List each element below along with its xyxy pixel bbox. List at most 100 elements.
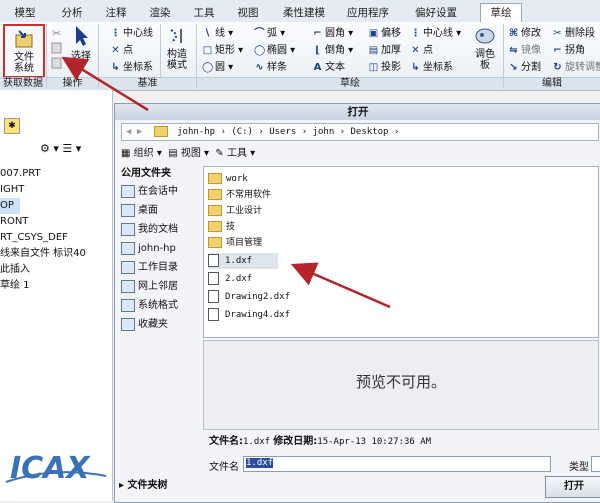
layer-tab-icon[interactable]: ✱: [4, 118, 20, 134]
csys-tool-2[interactable]: ↳ 坐标系: [410, 60, 453, 75]
ribbon: 文件 系统 ✂ 选择 ⋮ 中心线 ✕ 点 ↳ 坐标系 构造 模式 ∖ 线 ▾ ⌒ 弧 ▾ …: [0, 22, 600, 91]
folder-tree-toggle[interactable]: ▸ 文件夹树: [119, 476, 168, 491]
file-system-label: 文件 系统: [14, 52, 34, 74]
tree-item[interactable]: 草绘 1: [0, 278, 30, 294]
preview-pane: 预览不可用。: [203, 340, 599, 430]
tree-item[interactable]: 此插入: [0, 262, 30, 278]
tools-menu[interactable]: ✎ 工具 ▾: [215, 148, 255, 159]
corner-tool[interactable]: ⌐ 拐角: [552, 43, 585, 58]
sidebar-item-working-dir[interactable]: 工作目录: [121, 258, 201, 277]
tree-item[interactable]: OP: [0, 198, 20, 214]
mirror-tool[interactable]: ⇋ 镜像: [508, 43, 541, 58]
list-item-folder[interactable]: work: [208, 171, 248, 187]
sidebar-item-my-documents[interactable]: 我的文档: [121, 220, 201, 239]
line-tool[interactable]: ∖ 线 ▾: [202, 26, 233, 41]
sidebar-item-favorites[interactable]: 收藏夹: [121, 315, 201, 334]
corner-icon: ⌐: [553, 45, 562, 56]
folder-icon: [208, 189, 222, 200]
list-item-folder[interactable]: 不常用软件: [208, 187, 271, 203]
point-tool[interactable]: ✕ 点: [110, 43, 133, 58]
rectangle-tool[interactable]: □ 矩形 ▾: [202, 43, 243, 58]
open-button[interactable]: 打开: [545, 476, 600, 498]
tab-view[interactable]: 视图: [228, 4, 268, 22]
select-button[interactable]: 选择: [66, 24, 96, 74]
dialog-toolbar: ▦ 组织 ▾ ▤ 视图 ▾ ✎ 工具 ▾: [121, 146, 255, 162]
offset-tool[interactable]: ▣ 偏移: [368, 26, 401, 41]
file-system-button[interactable]: 文件 系统: [3, 24, 45, 78]
chamfer-tool[interactable]: ⌊ 倒角 ▾: [312, 43, 353, 58]
palette-button[interactable]: 调色 板: [470, 26, 500, 74]
back-forward-icon[interactable]: ◀ ▶: [126, 127, 142, 137]
cursor-arrow-icon: [76, 26, 88, 46]
tree-item[interactable]: 线来自文件 标识40: [0, 246, 86, 262]
sidebar-item-computer[interactable]: john-hp: [121, 239, 201, 258]
filename-input[interactable]: 1.dxf: [243, 456, 551, 472]
divide-tool[interactable]: ↘ 分割: [508, 60, 541, 75]
select-label: 选择: [71, 51, 91, 62]
text-tool[interactable]: A 文本: [312, 60, 345, 75]
delete-segment-tool[interactable]: ✂ 删除段: [552, 26, 595, 41]
point-tool-2[interactable]: ✕ 点: [410, 43, 433, 58]
centerline-tool-2[interactable]: ⋮ 中心线 ▾: [410, 26, 462, 41]
tab-preferences[interactable]: 偏好设置: [400, 4, 472, 22]
fillet-tool[interactable]: ⌐ 圆角 ▾: [312, 26, 353, 41]
tree-item[interactable]: 007.PRT: [0, 166, 41, 182]
desktop-icon: [121, 203, 135, 217]
preview-message: 预览不可用。: [355, 373, 446, 391]
system-formats-icon: [121, 298, 135, 312]
list-item-file[interactable]: Drawing2.dxf: [208, 289, 290, 305]
sidebar-item-desktop[interactable]: 桌面: [121, 201, 201, 220]
centerline-tool[interactable]: ⋮ 中心线: [110, 26, 154, 41]
address-bar[interactable]: ◀ ▶ john-hp › (C:) › Users › john › Desk…: [121, 123, 599, 141]
folder-icon: [208, 237, 222, 248]
tree-settings-icon[interactable]: ⚙ ▾ ☰ ▾: [40, 142, 81, 155]
working-dir-icon: [121, 260, 135, 274]
list-item-folder[interactable]: 技: [208, 219, 235, 235]
network-icon: [121, 279, 135, 293]
sidebar-item-system-formats[interactable]: 系统格式: [121, 296, 201, 315]
project-tool[interactable]: ◫ 投影: [368, 60, 401, 75]
type-select[interactable]: [591, 456, 600, 472]
list-item-folder[interactable]: 工业设计: [208, 203, 262, 219]
group-sketching: 草绘: [197, 77, 503, 90]
view-menu[interactable]: ▤ 视图 ▾: [168, 148, 209, 159]
spline-tool[interactable]: ∿ 样条: [254, 60, 287, 75]
csys-tool[interactable]: ↳ 坐标系: [110, 60, 153, 75]
offset-icon: ▣: [368, 28, 379, 39]
construct-mode-button[interactable]: 构造 模式: [162, 26, 192, 74]
arc-tool[interactable]: ⌒ 弧 ▾: [254, 26, 286, 41]
tab-render[interactable]: 渲染: [140, 4, 180, 22]
circle-tool[interactable]: ◯ 圆 ▾: [202, 60, 233, 75]
fillet-icon: ⌐: [313, 28, 322, 39]
tab-annotate[interactable]: 注释: [96, 4, 136, 22]
thicken-tool[interactable]: ▤ 加厚: [368, 43, 401, 58]
tree-item[interactable]: RONT: [0, 214, 28, 230]
list-item-file[interactable]: 2.dxf: [208, 271, 252, 287]
list-item-file-selected[interactable]: 1.dxf: [208, 253, 279, 269]
organize-menu[interactable]: ▦ 组织 ▾: [121, 148, 162, 159]
tab-applications[interactable]: 应用程序: [340, 4, 396, 22]
session-icon: [121, 184, 135, 198]
sidebar-item-network[interactable]: 网上邻居: [121, 277, 201, 296]
list-item-file[interactable]: Drawing4.dxf: [208, 307, 290, 323]
ellipse-tool[interactable]: ◯ 椭圆 ▾: [254, 43, 295, 58]
tree-item[interactable]: RT_CSYS_DEF: [0, 230, 68, 246]
tree-item[interactable]: IGHT: [0, 182, 24, 198]
csys-icon: ↳: [411, 62, 420, 73]
sidebar-item-in-session[interactable]: 在会话中: [121, 182, 201, 201]
svg-text:ICAX: ICAX: [10, 451, 91, 486]
rotate-resize-tool[interactable]: ↻旋转调整: [552, 60, 600, 75]
tab-tools[interactable]: 工具: [184, 4, 224, 22]
open-file-dialog: 打开 ◀ ▶ john-hp › (C:) › Users › john › D…: [114, 103, 600, 503]
tab-analysis[interactable]: 分析: [52, 4, 92, 22]
list-item-folder[interactable]: 项目管理: [208, 235, 262, 251]
file-system-icon: [15, 30, 33, 48]
filename-label: 文件名: [209, 462, 239, 473]
modify-tool[interactable]: ⌘ 修改: [508, 26, 541, 41]
tab-flexible-modeling[interactable]: 柔性建模: [272, 4, 336, 22]
palette-icon: [475, 28, 495, 44]
tab-sketch[interactable]: 草绘: [480, 3, 522, 24]
svg-text:✂: ✂: [52, 27, 61, 40]
tab-model[interactable]: 模型: [6, 4, 44, 22]
project-icon: ◫: [368, 62, 379, 73]
